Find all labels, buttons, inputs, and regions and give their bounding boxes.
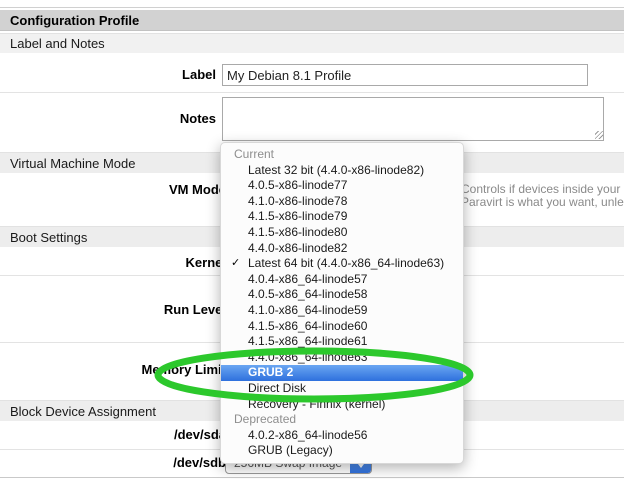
kernel-menu-item-label: 4.1.5-x86_64-linode60 — [248, 319, 367, 333]
kernel-menu-item-label: Deprecated — [234, 412, 296, 426]
kernel-menu-group-header: Current — [221, 147, 463, 163]
kernel-menu-item[interactable]: 4.4.0-x86_64-linode63 — [221, 350, 463, 366]
kernel-menu-item-label: 4.4.0-x86_64-linode63 — [248, 350, 367, 364]
kernel-menu-item-label: 4.1.0-x86-linode78 — [248, 194, 347, 208]
kernel-menu-item[interactable]: Recovery - Finnix (kernel) — [221, 397, 463, 413]
kernel-menu-item[interactable]: 4.1.0-x86_64-linode59 — [221, 303, 463, 319]
run-level-label: Run Level — [0, 299, 226, 321]
kernel-menu-item-label: 4.1.5-x86-linode79 — [248, 209, 347, 223]
kernel-menu-item-label: Latest 32 bit (4.4.0-x86-linode82) — [248, 163, 424, 177]
kernel-menu-item-label: GRUB 2 — [248, 365, 293, 379]
notes-textarea[interactable] — [222, 97, 604, 141]
vm-mode-help-text: Controls if devices inside your Paravirt… — [461, 183, 624, 209]
kernel-menu-item[interactable]: 4.0.5-x86-linode77 — [221, 178, 463, 194]
kernel-menu-item-label: Current — [234, 147, 274, 161]
bottom-divider — [0, 477, 624, 478]
kernel-menu-item[interactable]: Latest 32 bit (4.4.0-x86-linode82) — [221, 163, 463, 179]
kernel-menu-item[interactable]: ✓ Latest 64 bit (4.4.0-x86_64-linode63) — [221, 256, 463, 272]
section-header-label-and-notes: Label and Notes — [0, 33, 624, 53]
kernel-menu-item[interactable]: 4.0.4-x86_64-linode57 — [221, 272, 463, 288]
profile-label-input[interactable] — [222, 64, 588, 86]
kernel-menu-item[interactable]: GRUB 2 — [221, 365, 463, 381]
row-divider — [0, 92, 624, 93]
kernel-menu-item[interactable]: GRUB (Legacy) — [221, 443, 463, 459]
kernel-menu-item[interactable]: 4.4.0-x86-linode82 — [221, 241, 463, 257]
dev-sdb-label: /dev/sdb — [0, 452, 226, 474]
kernel-menu-item[interactable]: 4.1.5-x86-linode80 — [221, 225, 463, 241]
kernel-menu-group-header: Deprecated — [221, 412, 463, 428]
vm-mode-help-line2: Paravirt is what you want, unle — [461, 196, 624, 209]
kernel-menu-item-label: 4.0.5-x86-linode77 — [248, 178, 347, 192]
kernel-menu-item[interactable]: 4.1.5-x86_64-linode61 — [221, 334, 463, 350]
vm-mode-label: VM Mode — [0, 179, 226, 201]
kernel-label: Kernel — [0, 252, 226, 274]
label-field-label: Label — [0, 64, 216, 86]
kernel-menu-item-label: 4.0.5-x86_64-linode58 — [248, 287, 367, 301]
memory-limit-label: Memory Limit — [0, 359, 226, 381]
kernel-menu-item-label: 4.1.0-x86_64-linode59 — [248, 303, 367, 317]
kernel-menu-item-label: GRUB (Legacy) — [248, 443, 333, 457]
checkmark-icon: ✓ — [231, 256, 240, 272]
resize-grip-icon[interactable] — [595, 131, 603, 139]
top-divider — [0, 7, 624, 8]
kernel-menu-item[interactable]: 4.0.5-x86_64-linode58 — [221, 287, 463, 303]
page-title: Configuration Profile — [0, 10, 624, 31]
kernel-menu-item[interactable]: 4.1.5-x86-linode79 — [221, 209, 463, 225]
notes-field-label: Notes — [0, 108, 216, 130]
kernel-menu-item[interactable]: 4.0.2-x86_64-linode56 — [221, 428, 463, 444]
kernel-menu-item[interactable]: 4.1.0-x86-linode78 — [221, 194, 463, 210]
kernel-menu-item-label: 4.1.5-x86-linode80 — [248, 225, 347, 239]
dev-sda-label: /dev/sda — [0, 424, 226, 446]
kernel-menu-item[interactable]: 4.1.5-x86_64-linode60 — [221, 319, 463, 335]
kernel-menu-item[interactable]: Direct Disk — [221, 381, 463, 397]
kernel-menu-item-label: 4.1.5-x86_64-linode61 — [248, 334, 367, 348]
kernel-menu: Current Latest 32 bit (4.4.0-x86-linode82… — [220, 142, 464, 464]
kernel-menu-item-label: 4.0.2-x86_64-linode56 — [248, 428, 367, 442]
kernel-menu-item-label: 4.0.4-x86_64-linode57 — [248, 272, 367, 286]
kernel-menu-item-label: Latest 64 bit (4.4.0-x86_64-linode63) — [248, 256, 444, 270]
kernel-menu-item-label: Direct Disk — [248, 381, 306, 395]
kernel-menu-item-label: 4.4.0-x86-linode82 — [248, 241, 347, 255]
kernel-menu-item-label: Recovery - Finnix (kernel) — [248, 397, 385, 411]
